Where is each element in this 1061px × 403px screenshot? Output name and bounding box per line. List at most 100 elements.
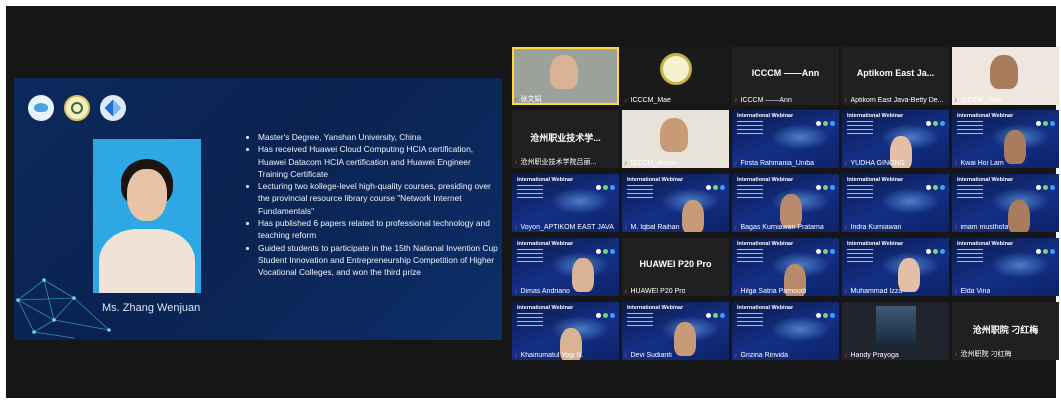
participant-name-label: ♪ ICCCM ——Ann <box>734 97 792 104</box>
participant-tile[interactable]: International Webinar ♪ Grizina Rinvida <box>732 302 839 360</box>
participant-name: 沧州职业技术学院吕丽... <box>520 159 597 166</box>
mic-muted-icon: ♪ <box>734 352 738 359</box>
mic-muted-icon: ♪ <box>954 224 958 231</box>
participant-name: Dimas Andriano <box>520 288 570 295</box>
mic-muted-icon: ♪ <box>624 352 628 359</box>
participant-tile[interactable]: 沧州职院 刁红梅 ♪ 沧州职院 刁红梅 <box>952 302 1059 360</box>
participant-name: imam musthofa <box>960 224 1009 231</box>
participant-name: ICCCM_Mae <box>630 97 671 104</box>
participant-name: 沧州职院 刁红梅 <box>960 351 1012 358</box>
participant-video <box>898 258 920 292</box>
participant-tile[interactable]: ♪ Handy Prayoga <box>842 302 949 360</box>
participant-display-name: ICCCM ——Ann <box>751 68 820 78</box>
participant-tile[interactable]: International Webinar ♪ Firsta Rahmania_Un… <box>732 110 839 168</box>
participant-name: Hilga Satria Pamoudi <box>740 288 807 295</box>
participant-display-name: HUAWEI P20 Pro <box>639 259 712 269</box>
participant-name-label: ♪ HUAWEI P20 Pro <box>624 288 685 295</box>
participant-tile[interactable]: International Webinar ♪ Kwai Hoi Lam <box>952 110 1059 168</box>
participant-tile[interactable]: 沧州职业技术学... ♪ 沧州职业技术学院吕丽... <box>512 110 619 168</box>
participant-tile[interactable]: International Webinar ♪ imam musthofa <box>952 174 1059 232</box>
diamond-logo-icon <box>100 95 126 121</box>
participant-tile[interactable]: ♪ ICCCM_Joey <box>952 47 1059 105</box>
mic-muted-icon: ♪ <box>844 224 848 231</box>
sponsor-logos <box>814 177 835 195</box>
webinar-banner-title: International Webinar <box>737 113 794 119</box>
webinar-banner-title: International Webinar <box>847 113 904 119</box>
speaker-bio-list: Master's Degree, Yanshan University, Chi… <box>242 131 498 279</box>
bio-item: Master's Degree, Yanshan University, Chi… <box>258 131 498 143</box>
participant-name-label: ♪ Hilga Satria Pamoudi <box>734 288 806 295</box>
mic-muted-icon: ♪ <box>844 160 848 167</box>
participant-tile[interactable]: ♪ ICCCM_Anson <box>622 110 729 168</box>
participant-name: ICCCM ——Ann <box>740 97 792 104</box>
participant-name-label: ♪ YUDHA GINONG <box>844 160 905 167</box>
participant-tile[interactable]: International Webinar ♪ Khairiumatul Yogi … <box>512 302 619 360</box>
participant-tile[interactable]: International Webinar ♪ Elda Vina <box>952 238 1059 296</box>
participant-tile[interactable]: International Webinar ♪ Bagas Kurniawan Pr… <box>732 174 839 232</box>
sponsor-logos <box>1034 241 1055 259</box>
webinar-banner-title: International Webinar <box>517 177 574 183</box>
webinar-banner-title: International Webinar <box>847 177 904 183</box>
sponsor-logos <box>924 241 945 259</box>
participant-tile[interactable]: International Webinar ♪ Dimas Andriano <box>512 238 619 296</box>
participant-name-label: ♪ ICCCM_Mae <box>624 97 671 104</box>
mic-muted-icon: ♪ <box>734 160 738 167</box>
participant-tile[interactable]: International Webinar ♪ Devi Sudianti <box>622 302 729 360</box>
mic-muted-icon: ♪ <box>844 288 848 295</box>
bio-item: Lecturing two kollege-level high-quality… <box>258 180 498 217</box>
webinar-banner-title: International Webinar <box>517 305 574 311</box>
participant-name-label: ♪ Handy Prayoga <box>844 352 899 359</box>
mic-muted-icon: ♪ <box>624 97 628 104</box>
mic-muted-icon: ♪ <box>844 97 848 104</box>
participant-name-label: ♪ Grizina Rinvida <box>734 352 788 359</box>
participant-name: Kwai Hoi Lam <box>960 160 1004 167</box>
mic-muted-icon: ♪ <box>954 160 958 167</box>
webinar-banner-title: International Webinar <box>847 241 904 247</box>
mic-muted-icon: ♪ <box>514 96 518 103</box>
participant-tile[interactable]: ♪ ICCCM_Mae <box>622 47 729 105</box>
participant-video <box>674 322 696 356</box>
sponsor-logos <box>814 305 835 323</box>
participant-tile[interactable]: International Webinar ♪ Indra Kurniawan <box>842 174 949 232</box>
participant-name-label: ♪ Khairiumatul Yogi N. <box>514 352 584 359</box>
sponsor-logos <box>1034 177 1055 195</box>
mic-muted-icon: ♪ <box>514 224 518 231</box>
webinar-banner-title: International Webinar <box>627 305 684 311</box>
participant-name: Firsta Rahmania_Uniba <box>740 160 815 167</box>
participant-tile[interactable]: ♪ 张文娟 <box>512 47 619 105</box>
participant-name-label: ♪ 沧州职院 刁红梅 <box>954 349 1011 359</box>
mic-muted-icon: ♪ <box>514 352 518 359</box>
participant-name: Voyon_APTIKOM EAST JAVA <box>520 224 614 231</box>
participant-tile[interactable]: HUAWEI P20 Pro ♪ HUAWEI P20 Pro <box>622 238 729 296</box>
webinar-banner-title: International Webinar <box>957 177 1014 183</box>
participant-name: Indra Kurniawan <box>850 224 902 231</box>
participant-tile[interactable]: International Webinar ♪ Hilga Satria Pamou… <box>732 238 839 296</box>
participant-name: 张文娟 <box>520 96 542 103</box>
participant-tile[interactable]: Aptikom East Ja... ♪ Aptikom East Java-Bet… <box>842 47 949 105</box>
participant-tile[interactable]: International Webinar ♪ Muhammad Izza <box>842 238 949 296</box>
bio-item: Guided students to participate in the 15… <box>258 242 498 279</box>
participant-video <box>1008 200 1030 232</box>
participant-video <box>550 55 578 89</box>
sponsor-logos <box>1034 113 1055 131</box>
mic-muted-icon: ♪ <box>954 97 958 104</box>
profile-picture <box>876 306 916 346</box>
participant-name: Elda Vina <box>960 288 991 295</box>
participant-name-label: ♪ 沧州职业技术学院吕丽... <box>514 157 596 167</box>
shared-screen-slide: Ms. Zhang Wenjuan Master's Degree, Yansh… <box>14 78 502 340</box>
org-logo-icon <box>660 53 692 85</box>
participant-tile[interactable]: ICCCM ——Ann ♪ ICCCM ——Ann <box>732 47 839 105</box>
sponsor-logos <box>704 177 725 195</box>
dolphin-logo-icon <box>28 95 54 121</box>
participant-name: HUAWEI P20 Pro <box>630 288 686 295</box>
mic-muted-icon: ♪ <box>514 288 518 295</box>
mic-muted-icon: ♪ <box>954 351 958 358</box>
participant-tile[interactable]: International Webinar ♪ M. Iqbal Raihan <box>622 174 729 232</box>
participant-video <box>780 194 802 228</box>
mic-muted-icon: ♪ <box>734 288 738 295</box>
participant-name-label: ♪ Devi Sudianti <box>624 352 672 359</box>
seal-logo-icon <box>64 95 90 121</box>
participant-tile[interactable]: International Webinar ♪ YUDHA GINONG <box>842 110 949 168</box>
webinar-banner-title: International Webinar <box>737 241 794 247</box>
participant-tile[interactable]: International Webinar ♪ Voyon_APTIKOM EAST… <box>512 174 619 232</box>
